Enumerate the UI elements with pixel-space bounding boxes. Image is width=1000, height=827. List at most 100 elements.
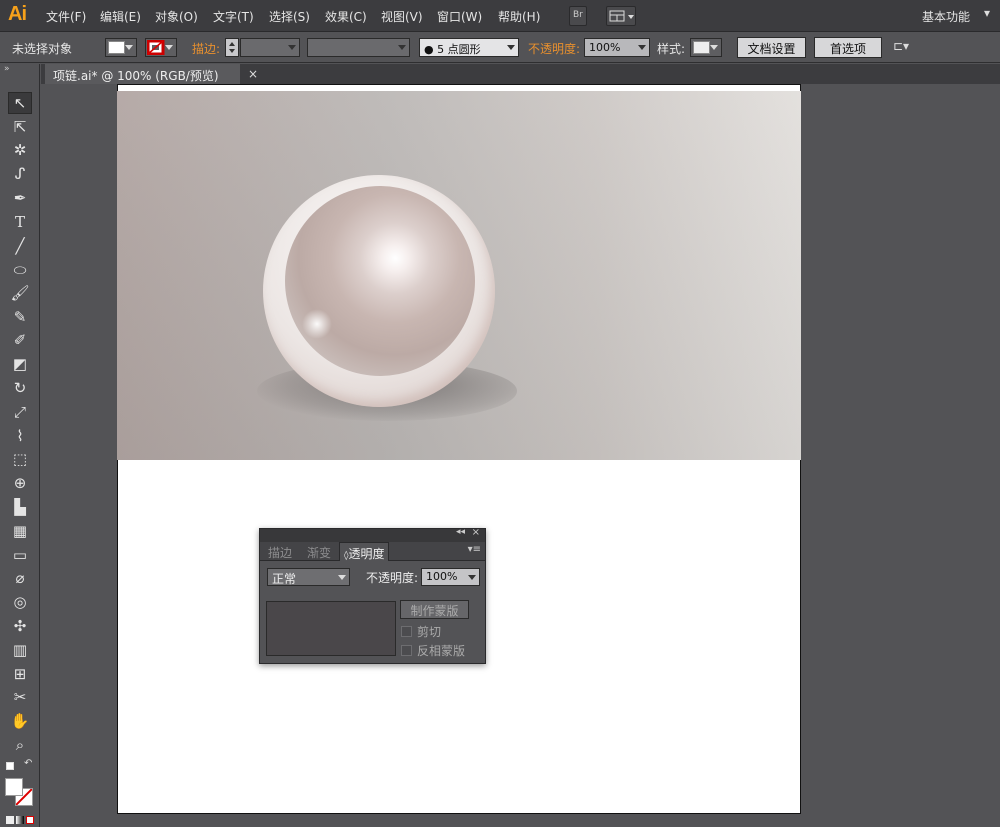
tab-stroke[interactable]: 描边 [268, 544, 292, 561]
type-tool-icon[interactable]: T [8, 211, 32, 233]
invert-mask-label: 反相蒙版 [417, 644, 466, 658]
chevron-down-icon [165, 45, 173, 50]
perspective-grid-tool-icon[interactable]: ▙ [8, 496, 32, 518]
document-tab-bar: 项链.ai* @ 100% (RGB/预览) × [41, 64, 1000, 84]
eyedropper-tool-icon[interactable]: ⌀ [8, 567, 32, 589]
selection-tool-icon[interactable]: ↖ [8, 92, 32, 114]
invert-mask-checkbox[interactable] [401, 645, 412, 656]
blend-mode-select[interactable]: 正常 [267, 568, 350, 586]
graphic-style-swatch[interactable] [690, 38, 722, 57]
object-thumbnail [266, 601, 396, 656]
preferences-button[interactable]: 首选项 [814, 37, 882, 58]
brush-label: 5 点圆形 [437, 43, 481, 56]
document-setup-button[interactable]: 文档设置 [737, 37, 806, 58]
zoom-tool-icon[interactable]: ⌕ [8, 734, 32, 756]
gradient-tool-icon[interactable]: ▭ [8, 544, 32, 566]
bridge-icon: Br [573, 10, 583, 20]
clip-checkbox[interactable] [401, 626, 412, 637]
arrange-documents-icon [609, 10, 634, 22]
magic-wand-tool-icon[interactable]: ✲ [8, 139, 32, 161]
control-panel-menu-icon[interactable]: ⊏▾ [893, 39, 909, 53]
chevron-down-icon [338, 575, 346, 580]
swap-colors-icon[interactable]: ↶ [24, 758, 32, 769]
stroke-weight-stepper[interactable] [225, 38, 239, 57]
shape-builder-tool-icon[interactable]: ⊕ [8, 472, 32, 494]
arrange-documents-button[interactable] [606, 6, 636, 26]
pearl-artwork[interactable] [117, 91, 801, 460]
collapse-panel-icon[interactable]: » [4, 64, 10, 74]
menu-window[interactable]: 窗口(W) [437, 8, 482, 25]
menu-file[interactable]: 文件(F) [46, 8, 86, 25]
fill-color [108, 41, 125, 54]
pencil-tool-icon[interactable]: ✎ [8, 306, 32, 328]
slice-tool-icon[interactable]: ✂ [8, 686, 32, 708]
make-mask-button[interactable]: 制作蒙版 [400, 600, 469, 619]
chevron-down-icon [468, 575, 476, 580]
selection-status: 未选择对象 [12, 42, 73, 56]
variable-width-profile[interactable] [307, 38, 410, 57]
menu-object[interactable]: 对象(O) [155, 8, 198, 25]
pen-tool-icon[interactable]: ✒ [8, 187, 32, 209]
none-mode-icon[interactable] [26, 816, 34, 824]
mesh-tool-icon[interactable]: ▦ [8, 520, 32, 542]
menu-bar: Ai 文件(F) 编辑(E) 对象(O) 文字(T) 选择(S) 效果(C) 视… [0, 0, 1000, 32]
chevron-down-icon [710, 45, 718, 50]
workspace-dropdown-icon[interactable]: ▾ [984, 6, 990, 20]
opacity-value: 100% [589, 41, 621, 54]
direct-selection-tool-icon[interactable]: ⇱ [8, 116, 32, 138]
menu-view[interactable]: 视图(V) [381, 8, 423, 25]
menu-edit[interactable]: 编辑(E) [100, 8, 141, 25]
gradient-mode-icon[interactable] [16, 816, 24, 824]
bridge-button[interactable]: Br [569, 6, 587, 26]
no-stroke-icon [147, 40, 165, 55]
chevron-down-icon [507, 45, 515, 50]
blend-tool-icon[interactable]: ◎ [8, 591, 32, 613]
fill-color-icon[interactable] [5, 778, 23, 796]
stroke-label[interactable]: 描边: [192, 40, 220, 57]
menu-help[interactable]: 帮助(H) [498, 8, 540, 25]
chevron-down-icon [125, 45, 133, 50]
pearl-highlight [302, 309, 332, 339]
close-icon[interactable]: × [248, 67, 258, 81]
symbol-sprayer-tool-icon[interactable]: ✣ [8, 615, 32, 637]
panel-opacity-field[interactable]: 100% [421, 568, 480, 586]
brush-definition[interactable]: ● 5 点圆形 [419, 38, 519, 57]
hand-tool-icon[interactable]: ✋ [8, 710, 32, 732]
chevron-down-icon [398, 45, 406, 50]
color-mode-icon[interactable] [6, 816, 14, 824]
rotate-tool-icon[interactable]: ↻ [8, 377, 32, 399]
blend-mode-value: 正常 [272, 572, 297, 586]
tab-transparency[interactable]: ◊透明度 [339, 542, 390, 561]
control-bar: 未选择对象 描边: ● 5 点圆形 不透明度: 100% 样式: 文档设置 首选… [0, 33, 1000, 63]
panel-menu-icon[interactable]: ▾≡ [468, 544, 481, 555]
tab-gradient[interactable]: 渐变 [307, 544, 331, 561]
close-icon[interactable]: × [472, 527, 480, 538]
column-graph-tool-icon[interactable]: ▥ [8, 639, 32, 661]
scale-tool-icon[interactable]: ⤢ [8, 401, 32, 423]
panel-opacity-label: 不透明度: [366, 571, 419, 585]
stroke-swatch[interactable] [145, 38, 177, 57]
transparency-panel: ◂◂ × 描边 渐变 ◊透明度 ▾≡ 正常 不透明度: 100% 制作蒙版 剪切… [259, 527, 486, 664]
menu-effect[interactable]: 效果(C) [325, 8, 367, 25]
menu-select[interactable]: 选择(S) [269, 8, 310, 25]
opacity-label[interactable]: 不透明度: [528, 40, 580, 57]
stepper-arrows-icon [229, 42, 235, 53]
document-tab[interactable]: 项链.ai* @ 100% (RGB/预览) × [45, 64, 258, 84]
ellipse-tool-icon[interactable]: ⬭ [8, 259, 32, 281]
artboard-tool-icon[interactable]: ⊞ [8, 663, 32, 685]
blob-brush-tool-icon[interactable]: ✐ [8, 329, 32, 351]
line-tool-icon[interactable]: ╱ [8, 235, 32, 257]
lasso-tool-icon[interactable]: ᔑ [8, 163, 32, 185]
panel-title-bar[interactable]: ◂◂ × [260, 527, 485, 542]
collapse-panel-icon[interactable]: ◂◂ [456, 527, 465, 537]
default-colors-icon[interactable] [6, 762, 14, 770]
eraser-tool-icon[interactable]: ◩ [8, 353, 32, 375]
free-transform-tool-icon[interactable]: ⬚ [8, 448, 32, 470]
fill-swatch[interactable] [105, 38, 137, 57]
workspace-switcher[interactable]: 基本功能 [922, 8, 970, 25]
warp-tool-icon[interactable]: ⌇ [8, 425, 32, 447]
menu-type[interactable]: 文字(T) [213, 8, 254, 25]
stroke-weight-field[interactable] [240, 38, 300, 57]
opacity-field[interactable]: 100% [584, 38, 650, 57]
paintbrush-tool-icon[interactable]: 🖌 [8, 282, 32, 304]
